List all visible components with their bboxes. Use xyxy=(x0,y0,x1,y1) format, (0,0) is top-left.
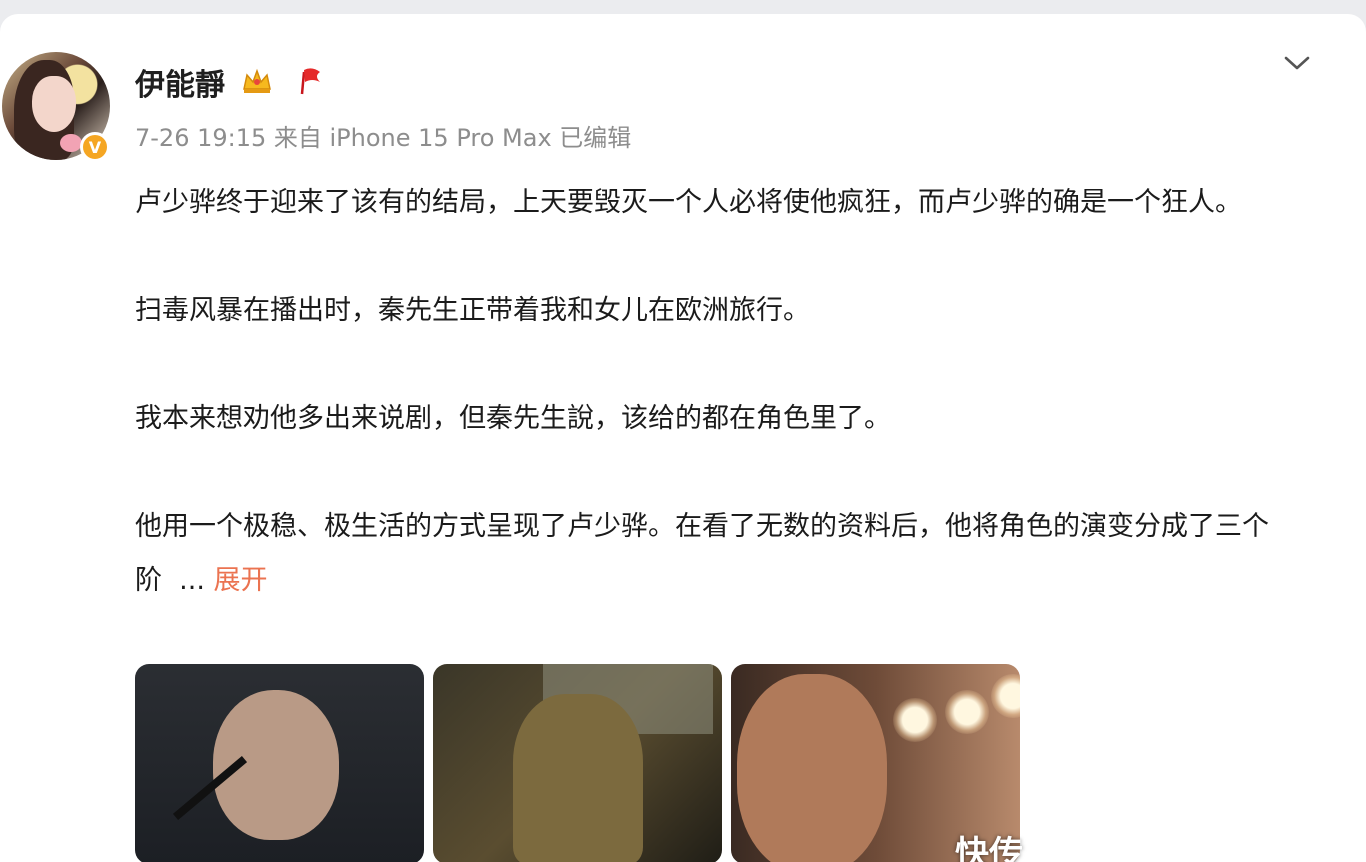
paragraph-3: 我本来想劝他多出来说剧，但秦先生說，该给的都在角色里了。 xyxy=(135,403,891,434)
bokeh-light xyxy=(893,698,937,742)
bokeh-light xyxy=(991,674,1020,718)
watermark: 快传 xyxy=(955,834,1023,862)
avatar-flower xyxy=(60,134,82,152)
paragraph-1: 卢少骅终于迎来了该有的结局，上天要毁灭一个人必将使他疯狂，而卢少骅的确是一个狂人… xyxy=(135,187,1242,218)
flag-icon xyxy=(300,68,320,95)
author-name[interactable]: 伊能靜 xyxy=(135,60,225,104)
bokeh-light xyxy=(945,690,989,734)
chevron-down-icon[interactable] xyxy=(1280,50,1314,74)
paragraph-4: 他用一个极稳、极生活的方式呈现了卢少骅。在看了无数的资料后，他将角色的演变分成了… xyxy=(135,500,1325,608)
thumbnail-2-figure xyxy=(513,694,643,862)
image-gallery xyxy=(135,664,1020,862)
thumbnail-3-face xyxy=(737,674,887,862)
verified-badge-icon: V xyxy=(80,132,110,162)
image-thumbnail-1[interactable] xyxy=(135,664,424,862)
expand-link[interactable]: 展开 xyxy=(214,565,268,596)
crown-icon xyxy=(243,68,271,93)
post-card: V 伊能靜 7-26 19:15 来自 iPhone 15 Pro Max 已编… xyxy=(0,14,1366,862)
paragraph-2: 扫毒风暴在播出时，秦先生正带着我和女儿在欧洲旅行。 xyxy=(135,295,810,326)
post-meta: 7-26 19:15 来自 iPhone 15 Pro Max 已编辑 xyxy=(135,124,632,152)
paragraph-4-text: 他用一个极稳、极生活的方式呈现了卢少骅。在看了无数的资料后，他将角色的演变分成了… xyxy=(135,511,1269,596)
image-thumbnail-2[interactable] xyxy=(433,664,722,862)
post-body: 卢少骅终于迎来了该有的结局，上天要毁灭一个人必将使他疯狂，而卢少骅的确是一个狂人… xyxy=(135,176,1325,608)
ellipsis: ... xyxy=(179,565,205,596)
avatar-face xyxy=(32,76,76,132)
